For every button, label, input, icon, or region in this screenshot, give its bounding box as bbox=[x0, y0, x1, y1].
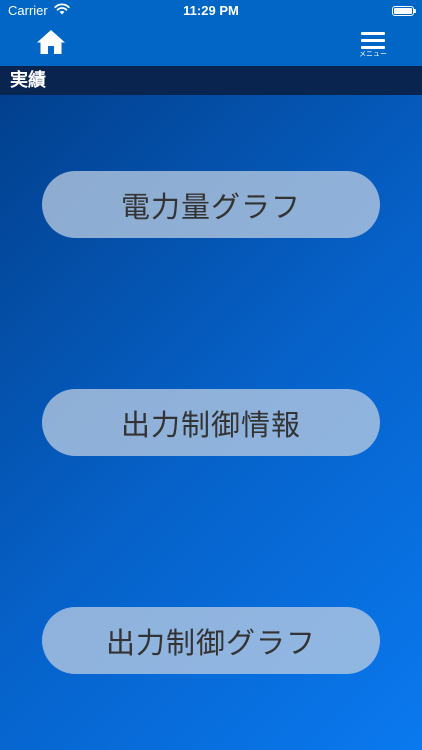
power-amount-graph-button[interactable]: 電力量グラフ bbox=[42, 171, 380, 238]
hamburger-menu-icon bbox=[361, 30, 385, 50]
section-header: 実績 bbox=[0, 66, 422, 95]
status-time: 11:29 PM bbox=[183, 3, 239, 18]
navigation-bar: メニュー bbox=[0, 22, 422, 66]
battery-icon bbox=[392, 6, 416, 16]
menu-button[interactable]: メニュー bbox=[358, 30, 388, 64]
section-title: 実績 bbox=[10, 70, 46, 91]
output-control-info-button[interactable]: 出力制御情報 bbox=[42, 389, 380, 456]
home-button[interactable] bbox=[34, 28, 68, 60]
home-icon bbox=[36, 29, 66, 59]
menu-label: メニュー bbox=[359, 50, 387, 58]
output-control-graph-button[interactable]: 出力制御グラフ bbox=[42, 607, 380, 674]
status-bar: Carrier 11:29 PM bbox=[0, 0, 422, 22]
